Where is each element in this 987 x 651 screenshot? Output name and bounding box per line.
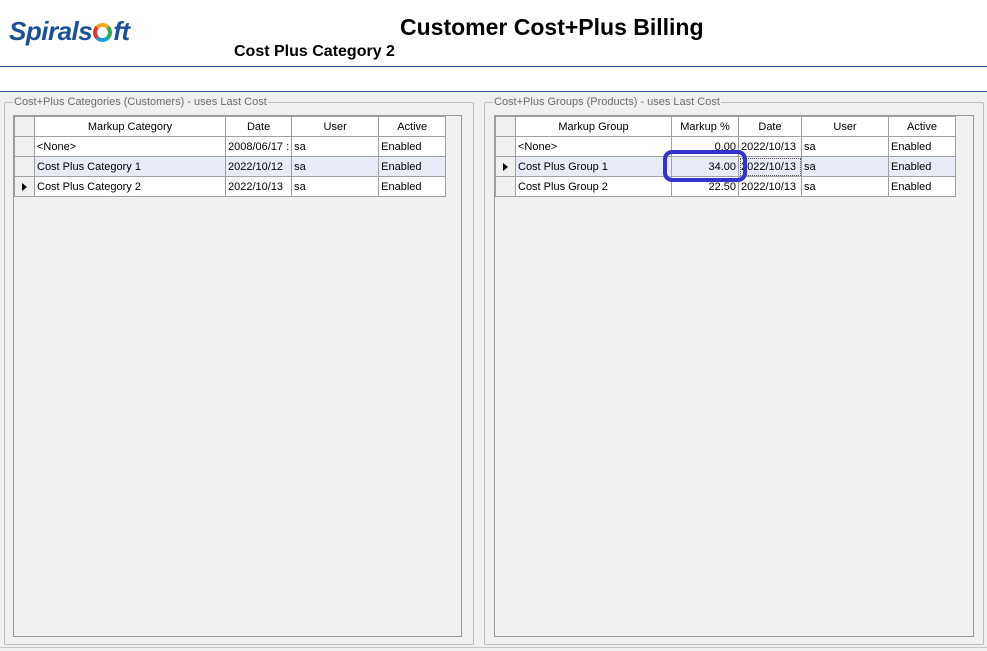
column-header-markup-percent[interactable]: Markup % <box>671 116 739 137</box>
user-cell[interactable]: sa <box>801 176 889 197</box>
logo-text-b: ft <box>113 16 130 46</box>
column-header-markup-category[interactable]: Markup Category <box>34 116 226 137</box>
date-cell[interactable]: 2022/10/13 <box>738 176 802 197</box>
table-row[interactable]: Cost Plus Group 1 34.00 2022/10/13 sa En… <box>495 156 956 177</box>
logo-ring-icon <box>93 23 113 42</box>
groups-table: Markup Group Markup % Date User Active <… <box>495 116 956 197</box>
logo-text-a: Spirals <box>9 16 93 46</box>
user-cell[interactable]: sa <box>291 136 380 157</box>
row-indicator[interactable] <box>14 136 35 157</box>
markup-percent-cell[interactable]: 34.00 <box>671 156 739 177</box>
header-bar: Spirals ft Customer Cost+Plus Billing Cos… <box>0 0 987 66</box>
date-cell[interactable]: 2022/10/13 <box>738 136 802 157</box>
active-cell[interactable]: Enabled <box>378 176 447 197</box>
current-row-indicator[interactable] <box>495 156 516 177</box>
column-header-date[interactable]: Date <box>224 116 293 137</box>
row-indicator-header <box>14 116 35 137</box>
table-row[interactable]: <None> 2008/06/17 : sa Enabled <box>14 136 447 157</box>
current-row-arrow-icon <box>22 182 27 191</box>
markup-percent-cell[interactable]: 0.00 <box>671 136 739 157</box>
column-header-user[interactable]: User <box>291 116 380 137</box>
groups-header-row: Markup Group Markup % Date User Active <box>495 116 956 137</box>
date-cell[interactable]: 2022/10/13 <box>738 156 802 177</box>
current-row-arrow-icon <box>503 162 508 171</box>
markup-percent-cell[interactable]: 22.50 <box>671 176 739 197</box>
user-cell[interactable]: sa <box>801 156 889 177</box>
categories-legend: Cost+Plus Categories (Customers) - uses … <box>13 95 268 109</box>
window-bottom-edge <box>0 647 987 651</box>
column-header-markup-group[interactable]: Markup Group <box>515 116 672 137</box>
row-indicator[interactable] <box>14 156 35 177</box>
categories-grid[interactable]: Markup Category Date User Active <None> … <box>13 115 462 637</box>
active-cell[interactable]: Enabled <box>378 136 447 157</box>
spiralsoft-logo: Spirals ft <box>9 16 130 46</box>
column-header-active[interactable]: Active <box>888 116 956 137</box>
categories-header-row: Markup Category Date User Active <box>14 116 447 137</box>
date-cell[interactable]: 2022/10/12 <box>224 156 293 177</box>
column-header-active[interactable]: Active <box>378 116 447 137</box>
group-name-cell[interactable]: <None> <box>515 136 672 157</box>
groups-grid[interactable]: Markup Group Markup % Date User Active <… <box>494 115 974 637</box>
toolbar-divider <box>0 91 987 92</box>
category-name-cell[interactable]: Cost Plus Category 2 <box>34 176 226 197</box>
current-row-indicator[interactable] <box>14 176 35 197</box>
row-indicator[interactable] <box>495 136 516 157</box>
date-cell[interactable]: 2022/10/13 <box>224 176 293 197</box>
page-title: Customer Cost+Plus Billing <box>400 14 704 40</box>
category-name-cell[interactable]: Cost Plus Category 1 <box>34 156 226 177</box>
categories-table: Markup Category Date User Active <None> … <box>14 116 447 197</box>
table-row[interactable]: <None> 0.00 2022/10/13 sa Enabled <box>495 136 956 157</box>
active-cell[interactable]: Enabled <box>888 156 956 177</box>
user-cell[interactable]: sa <box>291 156 380 177</box>
date-cell[interactable]: 2008/06/17 : <box>224 136 293 157</box>
table-row[interactable]: Cost Plus Category 2 2022/10/13 sa Enabl… <box>14 176 447 197</box>
user-cell[interactable]: sa <box>801 136 889 157</box>
group-name-cell[interactable]: Cost Plus Group 1 <box>515 156 672 177</box>
row-indicator[interactable] <box>495 176 516 197</box>
active-cell[interactable]: Enabled <box>888 176 956 197</box>
column-header-date[interactable]: Date <box>738 116 802 137</box>
group-name-cell[interactable]: Cost Plus Group 2 <box>515 176 672 197</box>
groups-legend: Cost+Plus Groups (Products) - uses Last … <box>493 95 721 109</box>
user-cell[interactable]: sa <box>291 176 380 197</box>
active-cell[interactable]: Enabled <box>888 136 956 157</box>
page-subtitle: Cost Plus Category 2 <box>234 43 395 60</box>
row-indicator-header <box>495 116 516 137</box>
column-header-user[interactable]: User <box>801 116 889 137</box>
category-name-cell[interactable]: <None> <box>34 136 226 157</box>
toolbar-strip <box>0 67 987 91</box>
table-row[interactable]: Cost Plus Group 2 22.50 2022/10/13 sa En… <box>495 176 956 197</box>
table-row[interactable]: Cost Plus Category 1 2022/10/12 sa Enabl… <box>14 156 447 177</box>
active-cell[interactable]: Enabled <box>378 156 447 177</box>
